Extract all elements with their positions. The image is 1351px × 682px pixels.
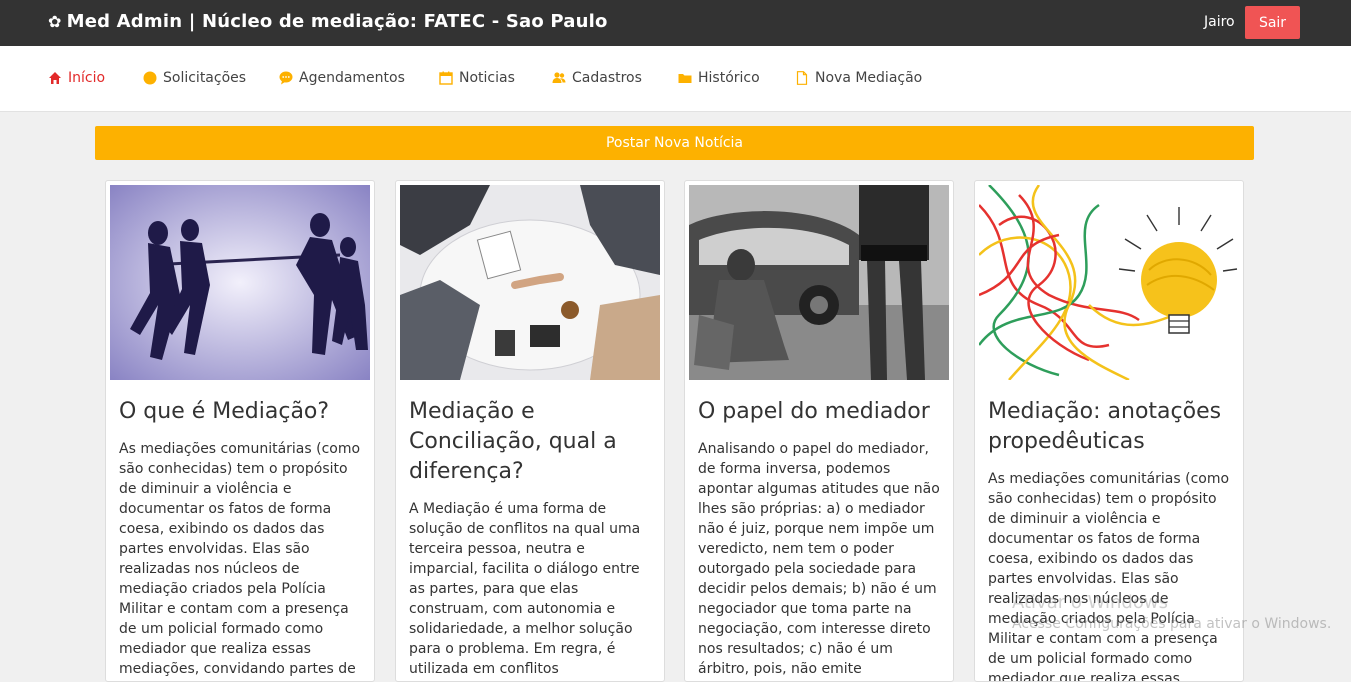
nav-label: Agendamentos — [299, 70, 405, 86]
card-text: Analisando o papel do mediador, de forma… — [698, 441, 940, 677]
nav-label: Solicitações — [163, 70, 247, 86]
user-name[interactable]: Jairo — [1204, 14, 1235, 30]
brand[interactable]: ✿ Med Admin | Núcleo de mediação: FATEC -… — [48, 11, 608, 32]
nav-label: Início — [68, 70, 106, 86]
card-image-yarn-bulb[interactable] — [979, 185, 1239, 380]
nav-label: Noticias — [459, 70, 515, 86]
activation-watermark-text: Acesse Configurações para ativar o Windo… — [1012, 616, 1332, 632]
brand-title: Med Admin | Núcleo de mediação: FATEC - … — [66, 11, 608, 32]
nav-item-cadastros[interactable]: Cadastros — [552, 70, 642, 86]
top-bar: ✿ Med Admin | Núcleo de mediação: FATEC -… — [0, 0, 1351, 46]
nav-label: Cadastros — [572, 70, 642, 86]
card-text: As mediações comunitárias (como são conh… — [119, 441, 361, 677]
card-title[interactable]: O que é Mediação? — [119, 397, 364, 427]
home-icon — [49, 72, 61, 84]
main-nav: Início Solicitações Agendamentos Noticia… — [0, 46, 1351, 112]
news-card[interactable]: O que é Mediação? As mediações comunitár… — [105, 180, 375, 682]
nav-item-solicitacoes[interactable]: Solicitações — [143, 70, 246, 86]
chat-icon — [279, 71, 293, 85]
nav-label: Histórico — [698, 70, 760, 86]
users-icon — [552, 72, 566, 83]
gear-icon: ✿ — [48, 12, 62, 31]
card-title[interactable]: Mediação e Conciliação, qual a diferença… — [409, 397, 654, 487]
nav-item-historico[interactable]: Histórico — [678, 70, 760, 86]
calendar-icon — [439, 71, 453, 85]
card-image-meeting[interactable] — [400, 185, 660, 380]
card-text: A Mediação é uma forma de solução de con… — [409, 501, 641, 677]
post-news-button[interactable]: Postar Nova Notícia — [95, 126, 1254, 160]
nav-item-noticias[interactable]: Noticias — [439, 70, 515, 86]
news-card[interactable]: O papel do mediador Analisando o papel d… — [684, 180, 954, 682]
card-text: As mediações comunitárias (como são conh… — [988, 471, 1230, 682]
nav-item-inicio[interactable]: Início — [48, 70, 105, 86]
nav-item-agendamentos[interactable]: Agendamentos — [279, 70, 405, 86]
card-image-police[interactable] — [689, 185, 949, 380]
nav-label: Nova Mediação — [815, 70, 923, 86]
card-title[interactable]: O papel do mediador — [698, 397, 943, 427]
card-image-tug-of-war[interactable] — [110, 185, 370, 380]
folder-icon — [678, 74, 692, 83]
activation-watermark-title: Ativar o Windows — [1012, 592, 1168, 613]
file-icon — [796, 71, 808, 85]
nav-item-nova-mediacao[interactable]: Nova Mediação — [795, 70, 922, 86]
card-title[interactable]: Mediação: anotações propedêuticas — [988, 397, 1233, 457]
logout-button[interactable]: Sair — [1245, 6, 1300, 39]
news-card[interactable]: Mediação e Conciliação, qual a diferença… — [395, 180, 665, 682]
circle-icon — [143, 71, 157, 85]
